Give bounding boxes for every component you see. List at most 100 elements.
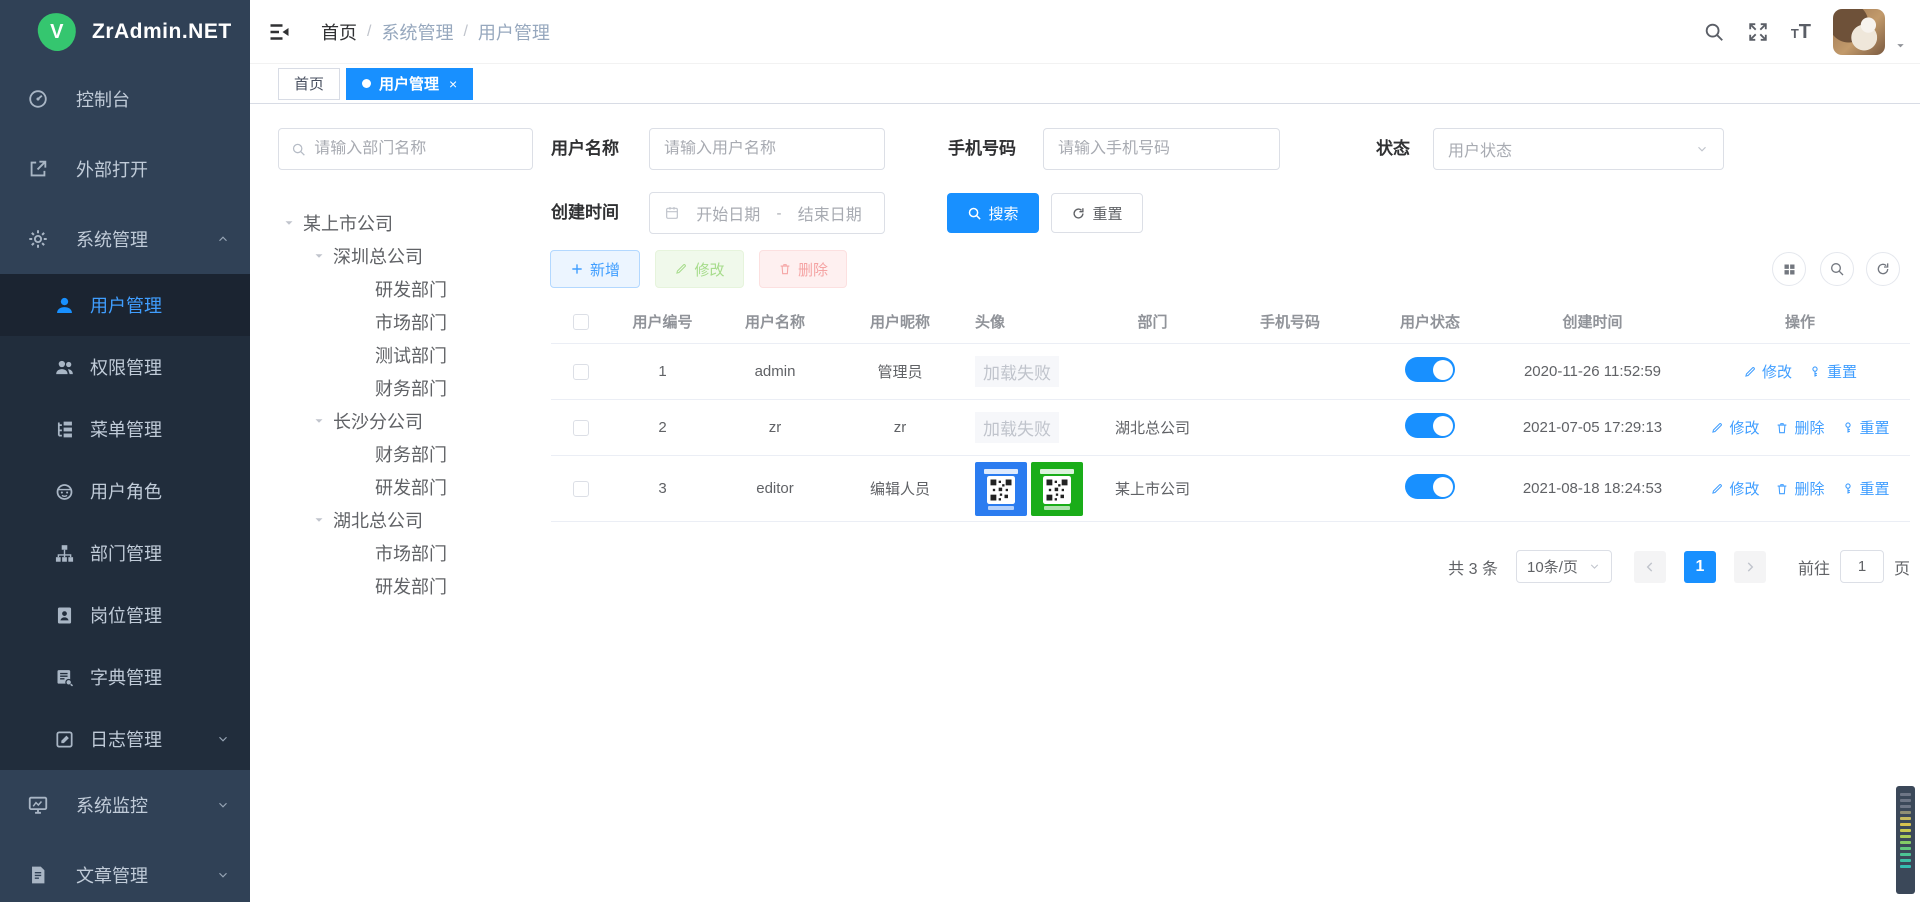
tree-node-label: 财务部门 bbox=[375, 375, 447, 401]
columns-toggle-button[interactable] bbox=[1772, 252, 1806, 286]
tree-node[interactable]: 研发部门 bbox=[278, 272, 533, 305]
sidebar-item-system-management[interactable]: 系统管理 bbox=[0, 204, 250, 274]
delete-button[interactable]: 删除 bbox=[759, 250, 847, 288]
status-toggle[interactable] bbox=[1405, 413, 1455, 438]
next-page-button[interactable] bbox=[1734, 551, 1766, 583]
log-icon bbox=[52, 727, 76, 751]
page-content: 某上市公司深圳总公司研发部门市场部门测试部门财务部门长沙分公司财务部门研发部门湖… bbox=[250, 104, 1920, 902]
tree-node[interactable]: 财务部门 bbox=[278, 371, 533, 404]
header-cell: 创建时间 bbox=[1495, 311, 1690, 332]
tab-close-icon[interactable]: × bbox=[449, 76, 457, 92]
dept-search-box bbox=[278, 128, 533, 170]
sidebar-item-permission-management[interactable]: 权限管理 bbox=[0, 336, 250, 398]
sidebar-item-dict-management[interactable]: 字典管理 bbox=[0, 646, 250, 708]
tree-node-label: 测试部门 bbox=[375, 342, 447, 368]
sidebar-item-external-open[interactable]: 外部打开 bbox=[0, 134, 250, 204]
minimap-stripe bbox=[1900, 865, 1911, 868]
font-size-icon[interactable]: TT bbox=[1791, 22, 1811, 42]
row-checkbox[interactable] bbox=[573, 481, 589, 497]
status-toggle[interactable] bbox=[1405, 357, 1455, 382]
tree-node[interactable]: 研发部门 bbox=[278, 470, 533, 503]
tree-node[interactable]: 深圳总公司 bbox=[278, 239, 533, 272]
page-number-button[interactable]: 1 bbox=[1684, 551, 1716, 583]
add-button[interactable]: 新增 bbox=[550, 250, 640, 288]
delete-link[interactable]: 删除 bbox=[1775, 417, 1824, 438]
reset-link[interactable]: 重置 bbox=[1841, 478, 1890, 499]
tree-node[interactable]: 某上市公司 bbox=[278, 206, 533, 239]
goto-page-input[interactable] bbox=[1840, 550, 1884, 583]
minimap-stripe bbox=[1900, 817, 1911, 820]
tree-node[interactable]: 长沙分公司 bbox=[278, 404, 533, 437]
scroll-minimap[interactable] bbox=[1896, 786, 1915, 894]
tab-home[interactable]: 首页 bbox=[278, 68, 340, 100]
header-cell: 用户昵称 bbox=[835, 311, 965, 332]
user-avatar[interactable] bbox=[1833, 9, 1885, 55]
user-name-input[interactable] bbox=[664, 140, 870, 158]
tab-bar: 首页 用户管理 × bbox=[250, 64, 1920, 104]
sitemap-icon bbox=[52, 541, 76, 565]
fullscreen-icon[interactable] bbox=[1747, 21, 1769, 43]
app-logo[interactable]: V ZrAdmin.NET bbox=[0, 0, 250, 64]
sidebar-collapse-icon[interactable] bbox=[267, 20, 291, 44]
tree-node[interactable]: 市场部门 bbox=[278, 536, 533, 569]
sidebar-item-post-management[interactable]: 岗位管理 bbox=[0, 584, 250, 646]
tree-node[interactable]: 研发部门 bbox=[278, 569, 533, 602]
page-size-select[interactable]: 10条/页 bbox=[1516, 550, 1612, 583]
tree-node[interactable]: 湖北总公司 bbox=[278, 503, 533, 536]
sidebar-item-article-management[interactable]: 文章管理 bbox=[0, 840, 250, 902]
status-toggle[interactable] bbox=[1405, 474, 1455, 499]
search-button[interactable]: 搜索 bbox=[947, 193, 1039, 233]
refresh-table-button[interactable] bbox=[1866, 252, 1900, 286]
qr-caption-top bbox=[1040, 469, 1074, 474]
sidebar-item-label: 部门管理 bbox=[90, 540, 162, 566]
avatar-images bbox=[975, 462, 1083, 516]
row-checkbox[interactable] bbox=[573, 420, 589, 436]
sidebar-item-label: 外部打开 bbox=[76, 156, 148, 182]
edit-link[interactable]: 修改 bbox=[1743, 361, 1792, 382]
tree-node[interactable]: 财务部门 bbox=[278, 437, 533, 470]
reset-button[interactable]: 重置 bbox=[1051, 193, 1143, 233]
reset-link-label: 重置 bbox=[1860, 417, 1890, 438]
breadcrumb-home[interactable]: 首页 bbox=[321, 19, 357, 45]
reset-link[interactable]: 重置 bbox=[1841, 417, 1890, 438]
sidebar-item-user-roles[interactable]: 用户角色 bbox=[0, 460, 250, 522]
cell-status bbox=[1365, 357, 1495, 386]
sidebar-item-user-management[interactable]: 用户管理 bbox=[0, 274, 250, 336]
delete-link[interactable]: 删除 bbox=[1775, 478, 1824, 499]
avatar-load-failed-text: 加载失败 bbox=[975, 412, 1059, 443]
tree-node[interactable]: 市场部门 bbox=[278, 305, 533, 338]
show-search-button[interactable] bbox=[1820, 252, 1854, 286]
select-all-checkbox[interactable] bbox=[573, 314, 589, 330]
edit-link[interactable]: 修改 bbox=[1710, 478, 1759, 499]
sidebar-item-log-management[interactable]: 日志管理 bbox=[0, 708, 250, 770]
dept-search-input[interactable] bbox=[314, 140, 520, 158]
row-checkbox[interactable] bbox=[573, 364, 589, 380]
phone-label: 手机号码 bbox=[948, 128, 1016, 170]
search-icon bbox=[291, 141, 306, 158]
table-body: 1admin管理员加载失败2020-11-26 11:52:59修改重置2zrz… bbox=[551, 344, 1910, 522]
sidebar-menu: 控制台外部打开系统管理用户管理权限管理菜单管理用户角色部门管理岗位管理字典管理日… bbox=[0, 64, 250, 902]
tab-user-management[interactable]: 用户管理 × bbox=[346, 68, 473, 100]
tree-node[interactable]: 测试部门 bbox=[278, 338, 533, 371]
sidebar-item-dashboard[interactable]: 控制台 bbox=[0, 64, 250, 134]
date-range-picker[interactable]: 开始日期 - 结束日期 bbox=[649, 192, 885, 234]
reset-link[interactable]: 重置 bbox=[1808, 361, 1857, 382]
sidebar-item-menu-management[interactable]: 菜单管理 bbox=[0, 398, 250, 460]
avatar-caret-down-icon[interactable] bbox=[1895, 40, 1906, 51]
breadcrumb-separator: / bbox=[367, 23, 371, 41]
search-icon[interactable] bbox=[1703, 21, 1725, 43]
status-select[interactable]: 用户状态 bbox=[1433, 128, 1724, 170]
edit-button[interactable]: 修改 bbox=[655, 250, 744, 288]
tree-node-label: 深圳总公司 bbox=[333, 243, 423, 269]
sidebar-item-dept-management[interactable]: 部门管理 bbox=[0, 522, 250, 584]
phone-input[interactable] bbox=[1058, 140, 1265, 158]
edit-link[interactable]: 修改 bbox=[1710, 417, 1759, 438]
sidebar-item-system-monitor[interactable]: 系统监控 bbox=[0, 770, 250, 840]
date-end-placeholder: 结束日期 bbox=[790, 201, 871, 225]
search-icon bbox=[967, 206, 982, 221]
tree-node-label: 研发部门 bbox=[375, 573, 447, 599]
prev-page-button[interactable] bbox=[1634, 551, 1666, 583]
user-name-label: 用户名称 bbox=[551, 128, 619, 170]
qr-icon bbox=[1043, 476, 1071, 504]
breadcrumb: 首页 / 系统管理 / 用户管理 bbox=[321, 19, 550, 45]
